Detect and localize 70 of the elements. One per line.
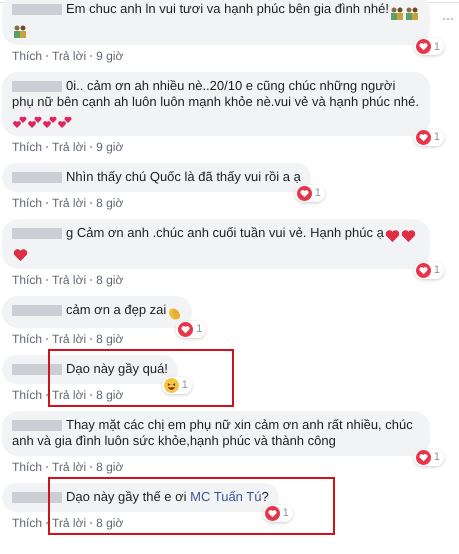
separator-dot xyxy=(90,394,92,396)
heart-emoji-icon xyxy=(384,229,400,244)
couple-emoji-icon xyxy=(390,6,404,20)
comment-text: ? xyxy=(261,488,269,504)
separator-dot xyxy=(46,146,48,148)
comment-text: Dạo này gầy quá! xyxy=(66,360,168,376)
hearts-emoji-icon xyxy=(28,114,42,129)
more-options-icon[interactable] xyxy=(442,17,454,21)
reaction-count: 1 xyxy=(434,40,440,54)
separator-dot xyxy=(46,338,48,340)
separator-dot xyxy=(90,55,92,58)
mention-link[interactable]: MC Tuấn Tú xyxy=(190,488,262,504)
comment-text: Em chuc anh ln vui tươi va hạnh phúc bên gia đình nhé! xyxy=(66,1,389,16)
action-link[interactable]: Thích xyxy=(12,330,42,347)
comment-text: Dạo này gầy thế e ơi xyxy=(66,488,188,504)
separator-dot xyxy=(90,278,92,281)
timestamp: 8 giờ xyxy=(96,194,124,211)
couple-emoji-icon xyxy=(13,24,27,38)
separator-dot xyxy=(46,55,48,58)
timestamp: 8 giờ xyxy=(96,386,124,403)
separator-dot xyxy=(90,202,92,204)
timestamp: 9 giờ xyxy=(96,138,124,155)
reaction-count: 1 xyxy=(182,378,188,392)
comment-text: g Cảm ơn anh .chúc anh cuối tuần vui vẻ. Hạnh phúc ạ xyxy=(66,224,384,240)
comment-text: cảm ơn a đẹp zai xyxy=(66,302,166,317)
reaction-count: 1 xyxy=(282,506,289,520)
couple-emoji-icon xyxy=(404,6,419,20)
hearts-emoji-icon xyxy=(58,114,72,129)
separator-dot xyxy=(46,394,48,396)
separator-dot xyxy=(90,466,92,468)
reaction-count: 1 xyxy=(434,263,440,278)
hearts-emoji-icon xyxy=(13,114,27,129)
reaction-count: 1 xyxy=(314,186,321,200)
heart-emoji-icon xyxy=(400,229,416,244)
action-link[interactable]: Thích xyxy=(12,138,42,155)
timestamp: 8 giờ xyxy=(96,330,124,347)
timestamp: 8 giờ xyxy=(96,458,124,475)
action-link[interactable]: Thích xyxy=(12,194,42,211)
separator-dot xyxy=(90,338,92,340)
action-link[interactable]: Trả lời xyxy=(52,138,86,155)
reaction-count: 1 xyxy=(196,322,202,336)
action-link[interactable]: Trả lời xyxy=(52,514,86,531)
action-link[interactable]: Thích xyxy=(12,458,42,475)
action-link[interactable]: Thích xyxy=(12,272,42,288)
action-link[interactable]: Trả lời xyxy=(52,330,86,347)
separator-dot xyxy=(46,202,48,204)
action-link[interactable]: Thích xyxy=(12,514,42,531)
action-link[interactable]: Trả lời xyxy=(52,386,86,403)
hearts-emoji-icon xyxy=(43,114,57,129)
timestamp: 9 giờ xyxy=(96,48,124,64)
laughing-reaction-icon xyxy=(164,378,179,393)
reaction-count: 1 xyxy=(434,450,440,464)
action-link[interactable]: Trả lời xyxy=(52,272,86,288)
separator-dot xyxy=(90,522,92,524)
heart-emoji-icon xyxy=(13,248,28,262)
separator-dot xyxy=(46,466,48,468)
action-link[interactable]: Thích xyxy=(12,48,42,64)
comment-text: Thay mặt các chị em phụ nữ xin cảm ơn anh rất nhiều, chúc anh và gia đình luôn sức khỏe,hạnh phúc và thành công xyxy=(12,416,413,448)
comment-text: Nhìn thấy chú Quốc là đã thấy vui rồi a ạ xyxy=(66,168,301,184)
comment-text: 0i.. cảm ơn ah nhiều nè..20/10 e cũng chúc những người phụ nữ bên cạnh ah luôn luôn mạnh khỏe nè.vui vẻ và hạnh phúc nhé. xyxy=(12,78,419,110)
timestamp: 8 giờ xyxy=(96,514,124,531)
action-link[interactable]: Trả lời xyxy=(52,48,86,64)
separator-dot xyxy=(46,278,48,281)
action-link[interactable]: Trả lời xyxy=(52,194,86,211)
timestamp: 8 giờ xyxy=(96,272,124,288)
separator-dot xyxy=(46,522,48,524)
reaction-count: 1 xyxy=(434,130,440,144)
action-link[interactable]: Trả lời xyxy=(52,458,86,475)
action-link[interactable]: Thích xyxy=(12,386,42,403)
separator-dot xyxy=(90,146,92,148)
